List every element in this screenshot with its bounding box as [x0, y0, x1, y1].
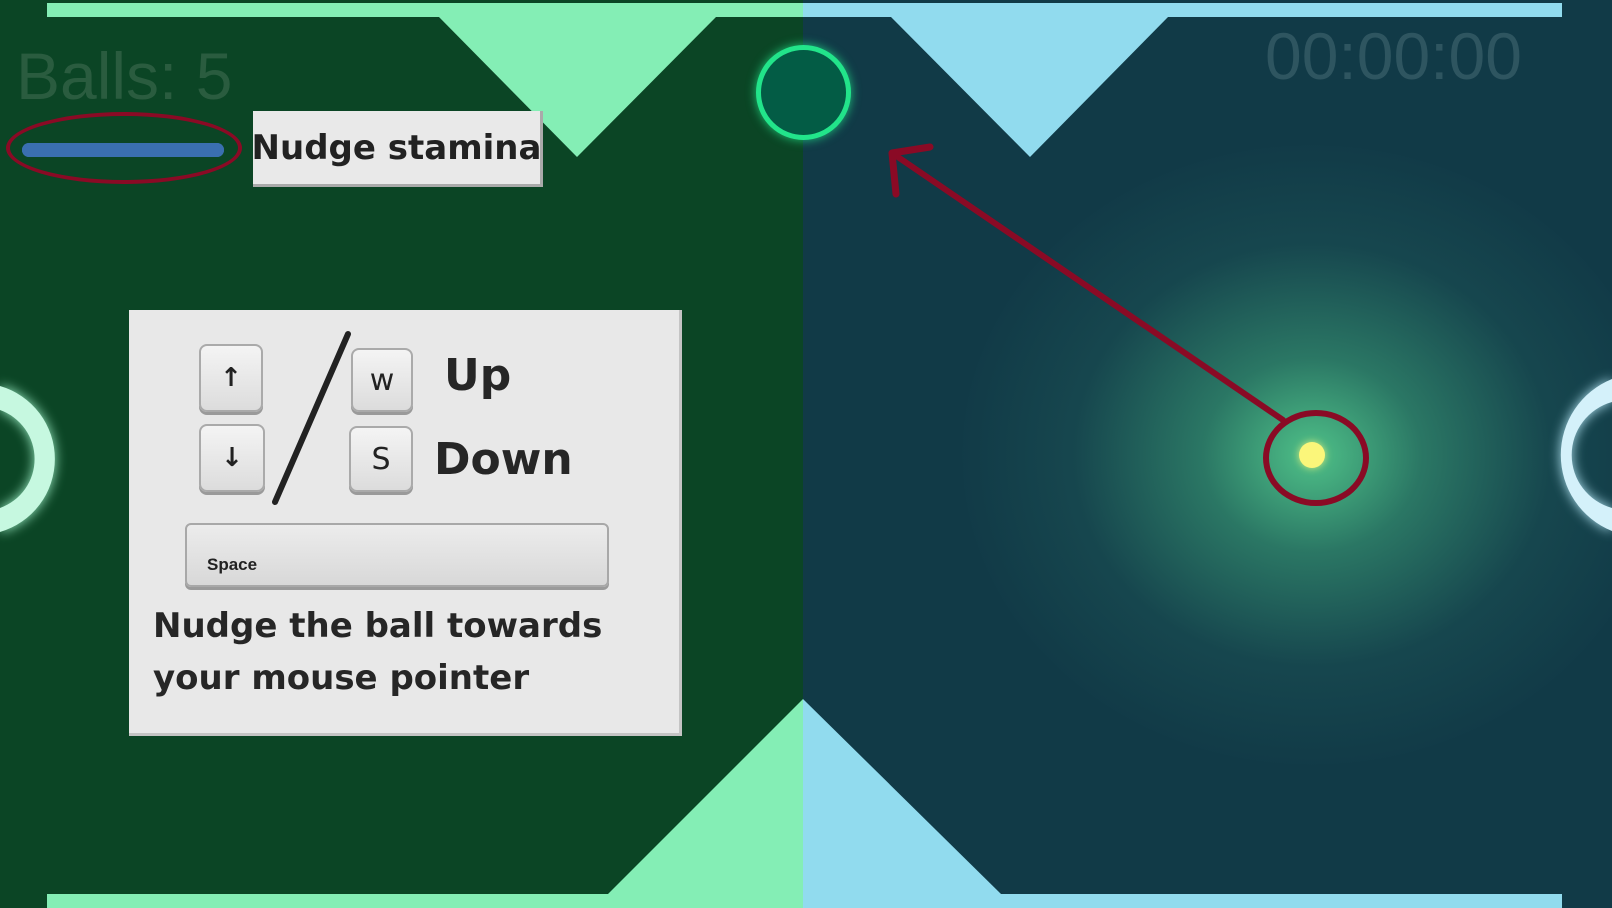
goal-left-arc	[0, 386, 55, 532]
top-right-triangle	[890, 16, 1169, 157]
key-s: S	[349, 426, 413, 492]
help-description: Nudge the ball towards your mouse pointe…	[153, 606, 603, 698]
key-space: Space	[185, 523, 609, 587]
ball-highlight-ring	[1263, 410, 1369, 506]
game-stage[interactable]: Balls: 5 00:00:00 Nudge stamina ↑ ↓ w S …	[0, 0, 1612, 908]
balls-counter: Balls: 5	[16, 39, 233, 113]
game-timer: 00:00:00	[1265, 19, 1522, 93]
down-label: Down	[434, 434, 573, 485]
controls-help-panel: ↑ ↓ w S Up Down Space Nudge the ball tow…	[129, 310, 682, 736]
bottom-right-triangle	[803, 699, 1001, 894]
key-space-label: Space	[207, 555, 258, 574]
up-label: Up	[444, 350, 512, 401]
stamina-highlight-ring	[6, 112, 242, 184]
stamina-tooltip: Nudge stamina	[252, 111, 543, 187]
key-w: w	[351, 348, 413, 412]
goal-puck	[756, 45, 851, 140]
goal-right-arc	[1560, 379, 1612, 531]
